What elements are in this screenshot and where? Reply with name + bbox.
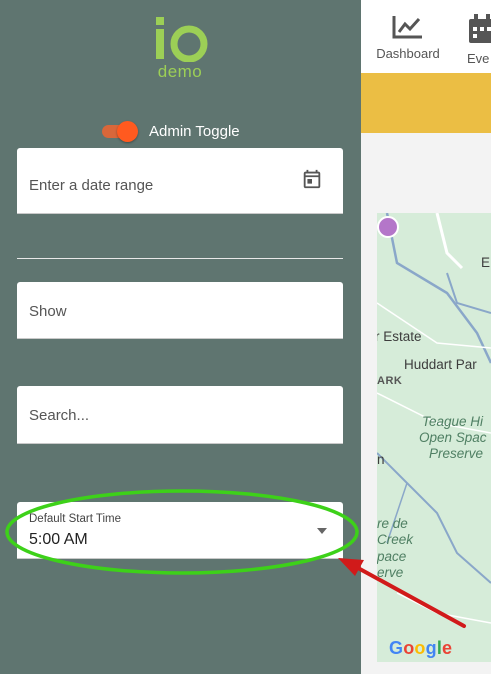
- toggle-knob: [117, 121, 138, 142]
- google-logo: Google: [389, 638, 453, 658]
- show-placeholder: Show: [29, 303, 67, 320]
- nav-dashboard[interactable]: Dashboard: [361, 14, 455, 61]
- map-label: r Estate: [377, 329, 422, 344]
- map-label: re de: [377, 516, 408, 531]
- io-logo: [156, 17, 208, 62]
- calendar-icon[interactable]: [301, 168, 323, 190]
- chart-line-icon: [392, 16, 422, 39]
- map-label: n: [377, 452, 385, 467]
- admin-toggle-switch[interactable]: [100, 121, 138, 142]
- search-placeholder: Search...: [29, 407, 90, 424]
- map-label: Creek: [377, 532, 414, 547]
- map-label: Huddart Par: [404, 357, 477, 372]
- search-field[interactable]: Search...: [17, 386, 343, 444]
- show-field[interactable]: Show: [17, 282, 343, 339]
- map-pin[interactable]: [377, 216, 399, 238]
- annotation-arrow: [338, 558, 466, 628]
- date-range-field[interactable]: Enter a date range: [17, 148, 343, 214]
- sidebar: demo Admin Toggle Enter a date range Sho…: [0, 0, 361, 674]
- calendar-icon: [469, 14, 491, 43]
- notification-banner: [361, 73, 491, 133]
- map-label: E: [481, 255, 491, 270]
- date-range-placeholder: Enter a date range: [29, 177, 154, 194]
- map-label: Open Spac: [419, 430, 487, 445]
- nav-events[interactable]: Eve: [467, 14, 491, 66]
- admin-toggle-row: Admin Toggle: [100, 120, 240, 142]
- nav-events-label: Eve: [467, 51, 490, 66]
- divider: [17, 258, 343, 259]
- admin-toggle-label: Admin Toggle: [149, 122, 240, 140]
- top-nav: Dashboard Eve: [361, 0, 491, 73]
- logo-subtitle: demo: [157, 62, 203, 81]
- nav-dashboard-label: Dashboard: [376, 46, 440, 61]
- highlight-ellipse: [5, 489, 359, 575]
- map-label: Preserve: [429, 446, 484, 461]
- map-label: Teague Hi: [422, 414, 484, 429]
- map-label: ARK: [377, 375, 403, 387]
